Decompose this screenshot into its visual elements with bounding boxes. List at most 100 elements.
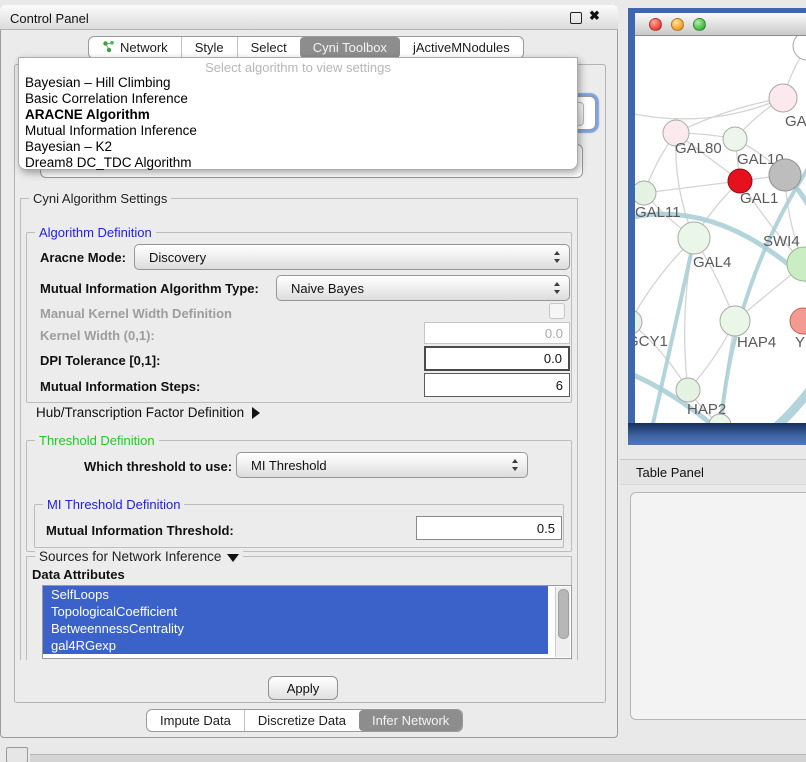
mac-minimize-icon[interactable] xyxy=(671,18,684,31)
list-scrollbar-thumb[interactable] xyxy=(558,589,569,639)
hub-definition-expander[interactable]: Hub/Transcription Factor Definition xyxy=(36,405,260,420)
hub-definition-label: Hub/Transcription Factor Definition xyxy=(36,405,244,420)
list-item[interactable]: SelfLoops xyxy=(43,586,548,603)
control-panel-title: Control Panel xyxy=(10,11,89,26)
network-node-label: GAL4 xyxy=(693,254,731,271)
network-node-label: SWI4 xyxy=(763,233,800,250)
spinner-arrows-icon xyxy=(554,282,561,294)
tab-discretize-data[interactable]: Discretize Data xyxy=(244,710,359,731)
network-node-label: HAP4 xyxy=(737,334,776,351)
tab-infer-network[interactable]: Infer Network xyxy=(359,710,462,731)
which-threshold-label: Which threshold to use: xyxy=(84,459,232,474)
float-window-icon[interactable] xyxy=(570,12,582,24)
table-panel xyxy=(630,492,806,720)
tab-cyni-toolbox[interactable]: Cyni Toolbox xyxy=(300,37,400,58)
algorithm-definition-legend: Algorithm Definition xyxy=(35,225,156,240)
manual-kernel-checkbox[interactable] xyxy=(549,303,565,319)
tab-jactivemnodules[interactable]: jActiveMNodules xyxy=(400,37,523,58)
mac-zoom-icon[interactable] xyxy=(693,18,706,31)
popup-item[interactable]: Dream8 DC_TDC Algorithm xyxy=(19,155,577,171)
algorithm-popup-prompt: Select algorithm to view settings xyxy=(19,58,577,75)
aracne-mode-value: Discovery xyxy=(149,250,206,265)
algorithm-popup: Select algorithm to view settings Bayesi… xyxy=(18,57,578,170)
data-attributes-list[interactable]: SelfLoops TopologicalCoefficient Between… xyxy=(42,585,572,659)
network-edge xyxy=(635,98,783,119)
network-node[interactable] xyxy=(635,310,642,334)
mi-threshold-field[interactable]: 0.5 xyxy=(416,516,562,540)
popup-item[interactable]: Bayesian – K2 xyxy=(19,139,577,155)
network-node[interactable] xyxy=(793,36,806,60)
tab-impute-data[interactable]: Impute Data xyxy=(147,710,244,731)
network-window-bottom-border xyxy=(628,423,806,445)
network-node[interactable] xyxy=(676,378,700,402)
tab-style[interactable]: Style xyxy=(181,37,237,58)
network-node[interactable] xyxy=(678,222,710,254)
tab-discretize-data-label: Discretize Data xyxy=(258,713,346,728)
close-icon[interactable]: ✖ xyxy=(589,8,600,24)
network-canvas[interactable]: GALGAL80GAL10GAL1GAL11SWI4GAL4GCY1HAP4YH… xyxy=(635,36,806,423)
list-item[interactable]: TopologicalCoefficient xyxy=(43,603,548,620)
mi-threshold-label: Mutual Information Threshold: xyxy=(46,523,234,538)
which-threshold-value: MI Threshold xyxy=(251,458,327,473)
sources-legend: Sources for Network Inference xyxy=(39,549,221,564)
network-node[interactable] xyxy=(790,308,806,334)
collapse-down-icon xyxy=(227,554,239,562)
tab-infer-network-label: Infer Network xyxy=(372,713,449,728)
network-node-label: GAL xyxy=(785,113,806,130)
tab-network-label: Network xyxy=(120,40,168,55)
network-node-label: Y xyxy=(795,334,805,351)
table-panel-title: Table Panel xyxy=(636,465,704,480)
data-attributes-label: Data Attributes xyxy=(32,567,125,582)
dpi-tolerance-label: DPI Tolerance [0,1]: xyxy=(40,353,160,368)
aracne-mode-combo[interactable]: Discovery xyxy=(134,244,570,270)
bottom-tabbar: Impute Data Discretize Data Infer Networ… xyxy=(146,709,463,732)
dpi-tolerance-field[interactable]: 0.0 xyxy=(424,346,570,371)
network-icon xyxy=(102,40,115,56)
mi-steps-field[interactable]: 6 xyxy=(424,373,570,397)
popup-item[interactable]: Basic Correlation Inference xyxy=(19,91,577,107)
tab-cyni-toolbox-label: Cyni Toolbox xyxy=(313,40,387,55)
kernel-width-field[interactable]: 0.0 xyxy=(424,322,570,344)
which-threshold-combo[interactable]: MI Threshold xyxy=(236,452,528,478)
network-node-label: GAL11 xyxy=(635,204,681,221)
control-panel-titlebar[interactable] xyxy=(0,5,618,30)
tab-style-label: Style xyxy=(195,40,224,55)
mac-close-icon[interactable] xyxy=(649,18,662,31)
kernel-width-label: Kernel Width (0,1): xyxy=(40,328,155,343)
network-edge xyxy=(644,181,740,193)
network-edge xyxy=(676,98,783,133)
tab-network[interactable]: Network xyxy=(89,37,181,58)
threshold-definition-legend: Threshold Definition xyxy=(35,433,159,448)
network-node[interactable] xyxy=(769,159,801,191)
control-panel-tabbar: Network Style Select Cyni Toolbox jActiv… xyxy=(88,36,524,59)
network-node[interactable] xyxy=(723,127,747,151)
mi-type-value: Naive Bayes xyxy=(291,281,364,296)
list-item[interactable]: BetweennessCentrality xyxy=(43,620,548,637)
list-vertical-scrollbar[interactable] xyxy=(555,587,570,657)
network-node[interactable] xyxy=(769,84,797,112)
network-node-label: GAL80 xyxy=(675,140,722,157)
network-view-titlebar[interactable] xyxy=(635,13,806,36)
network-node[interactable] xyxy=(635,181,656,205)
collapse-panel-button[interactable] xyxy=(6,747,28,762)
popup-item[interactable]: Bayesian – Hill Climbing xyxy=(19,75,577,91)
aracne-mode-label: Aracne Mode: xyxy=(40,250,126,265)
tab-select[interactable]: Select xyxy=(237,37,300,58)
sources-collapse-control[interactable]: Sources for Network Inference xyxy=(35,549,243,564)
tab-impute-data-label: Impute Data xyxy=(160,713,231,728)
apply-button[interactable]: Apply xyxy=(268,676,338,700)
tab-select-label: Select xyxy=(251,40,287,55)
network-thick-edge xyxy=(747,386,806,423)
spinner-arrows-icon xyxy=(512,459,519,471)
cyni-algorithm-settings-legend: Cyni Algorithm Settings xyxy=(29,191,171,206)
manual-kernel-label: Manual Kernel Width Definition xyxy=(40,306,232,321)
network-view-window[interactable]: GALGAL80GAL10GAL1GAL11SWI4GAL4GCY1HAP4YH… xyxy=(628,8,806,445)
status-bar xyxy=(30,754,806,762)
list-item[interactable]: gal4RGexp xyxy=(43,637,548,654)
spinner-arrows-icon xyxy=(554,251,561,263)
mi-type-combo[interactable]: Naive Bayes xyxy=(276,275,570,301)
network-node[interactable] xyxy=(720,306,750,336)
popup-item-highlighted[interactable]: ARACNE Algorithm xyxy=(19,107,577,123)
popup-item[interactable]: Mutual Information Inference xyxy=(19,123,577,139)
mi-steps-label: Mutual Information Steps: xyxy=(40,379,200,394)
